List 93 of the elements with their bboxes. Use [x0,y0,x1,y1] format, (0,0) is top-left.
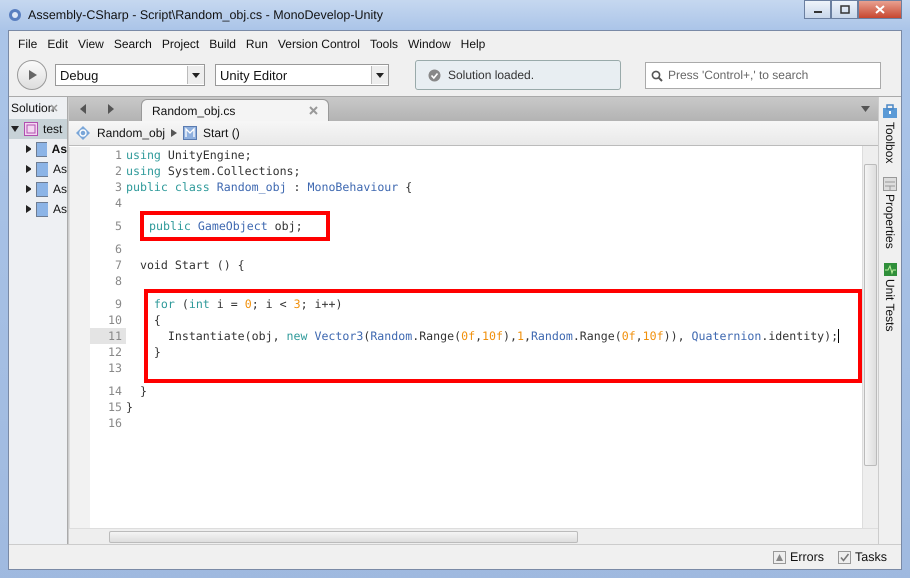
minimize-button[interactable] [804,0,831,19]
code-line: public GameObject obj; [149,219,303,233]
line-number: 8 [115,274,122,288]
menu-item[interactable]: Version Control [272,37,365,51]
project-icon [36,202,48,216]
app-icon [8,8,22,22]
line-number: 9 [115,297,122,311]
code-line: void Start () { [138,258,245,272]
close-icon [875,5,885,14]
pad-title[interactable]: Solution [11,101,54,115]
menu-item[interactable]: Edit [42,37,74,51]
line-number: 4 [115,196,122,210]
menu-item[interactable]: Search [108,37,157,51]
tree-item[interactable]: test [9,119,67,139]
maximize-icon [840,5,850,14]
caret-icon [371,66,388,84]
side-pad-tab[interactable]: Properties [883,177,897,250]
line-number: 1 [115,148,122,162]
status-button[interactable]: Tasks [838,550,887,564]
expander-icon[interactable] [25,185,32,193]
back-icon[interactable] [79,104,87,114]
close-button[interactable] [858,0,902,19]
document-tab[interactable]: Random_obj.cs [141,99,329,121]
project-icon [36,142,47,156]
code-line: using System.Collections; [126,164,301,178]
configuration-dropdown[interactable]: Debug [55,64,205,86]
menu-item[interactable]: Project [156,37,204,51]
text-cursor [838,329,840,343]
forward-icon[interactable] [107,104,115,114]
code-line: using UnityEngine; [126,148,252,162]
tree-item[interactable]: As [9,199,67,219]
checkbox-icon [838,550,852,564]
maximize-button[interactable] [831,0,858,19]
line-number: 16 [108,416,122,430]
project-icon [36,162,48,176]
line-number: 5 [115,219,122,233]
code-line: } [138,384,147,398]
menu-item[interactable]: Tools [364,37,403,51]
code-line: Instantiate(obj, new Vector3(Random.Range(0f,10f),1,Random.Range(0f,10f)), Quaternion.identity); [166,329,838,343]
side-pad-tab[interactable]: Unit Tests [883,263,897,332]
window-title: Assembly-CSharp - Script\Random_obj.cs - MonoDevelop-Unity [28,8,383,22]
code-line: public class Random_obj : MonoBehaviour { [126,180,412,194]
project-icon [36,182,48,196]
expander-icon[interactable] [25,205,32,213]
search-field[interactable]: Press 'Control+,' to search [645,62,881,88]
expander-icon[interactable] [11,125,19,133]
method-icon [183,126,198,140]
code-line: for (int i = 0; i < 3; i++) [152,297,342,311]
code-line: { [152,313,161,327]
pulse-icon [884,263,896,276]
vertical-scrollbar[interactable] [862,146,878,528]
line-number: 7 [115,258,122,272]
menu-item[interactable]: View [73,37,109,51]
tree-item[interactable]: As [9,179,67,199]
breadcrumb-item[interactable]: Start () [203,126,240,140]
expander-icon[interactable] [25,145,31,153]
horizontal-scrollbar[interactable] [69,528,878,544]
search-icon [651,70,663,82]
class-icon [75,125,91,141]
breadcrumb-item[interactable]: Random_obj [97,126,166,140]
separator-icon [171,129,178,137]
menu-item[interactable]: Run [240,37,273,51]
solution-icon [24,122,38,136]
dropdown-icon[interactable] [861,106,870,112]
caret-icon [187,66,204,84]
expander-icon[interactable] [25,165,32,173]
line-number: 12 [108,345,122,359]
line-number: 3 [115,180,122,194]
play-icon [28,69,38,81]
code-line: } [126,400,133,414]
side-pad-tab[interactable]: Toolbox [882,103,898,164]
code-line: } [152,345,161,359]
menu-item[interactable]: Build [204,37,241,51]
menu-item[interactable]: Window [402,37,456,51]
line-number: 13 [108,361,122,375]
menu-item[interactable]: File [13,37,42,51]
check-icon [428,68,441,82]
line-number: 2 [115,164,122,178]
tree-item[interactable]: As [9,159,67,179]
line-number: 11 [108,329,122,343]
target-dropdown[interactable]: Unity Editor [215,64,389,86]
status-button[interactable]: Errors [773,550,824,564]
menu-item[interactable]: Help [456,37,490,51]
run-button[interactable] [17,60,47,90]
properties-icon [883,177,897,192]
warning-icon [773,550,786,564]
line-number: 14 [108,384,122,398]
status-text: Solution loaded. [448,68,534,82]
toolbox-icon [882,103,898,119]
tree-item[interactable]: As [9,139,67,159]
line-number: 15 [108,400,122,414]
line-number: 6 [115,242,122,256]
line-number: 10 [108,313,122,327]
